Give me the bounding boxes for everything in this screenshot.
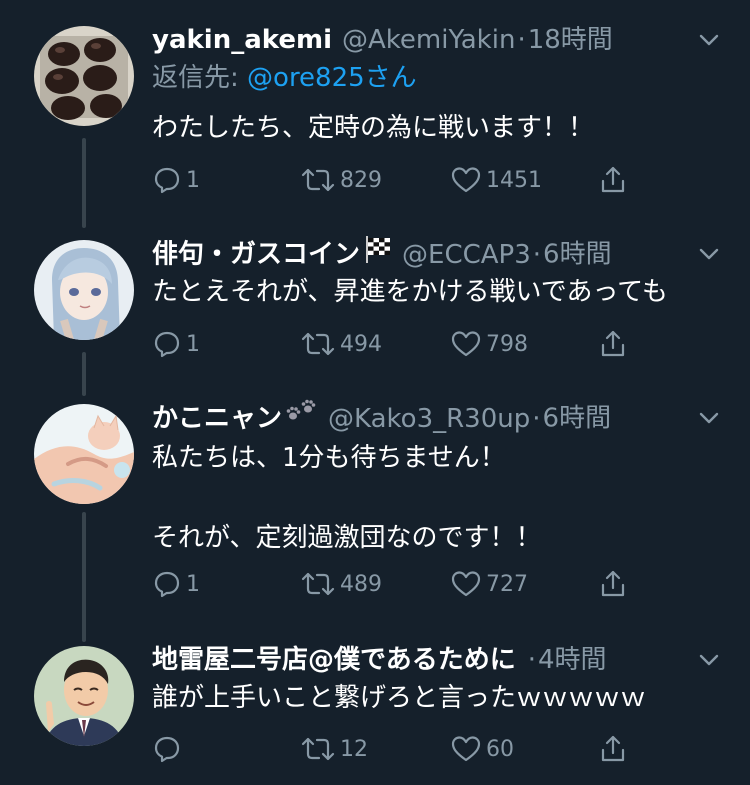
tweet[interactable]: 地雷屋二号店@僕であるために ·4時間 誰が上手いこと繋げろと言ったｗｗｗｗｗ 1… xyxy=(0,0,750,785)
heart-icon xyxy=(451,736,481,762)
separator-dot: · xyxy=(527,645,537,675)
display-name[interactable]: 地雷屋二号店@僕であるために xyxy=(152,645,516,675)
tweet-text: 誰が上手いこと繋げろと言ったｗｗｗｗｗ xyxy=(152,683,647,713)
like-button[interactable]: 60 xyxy=(450,731,514,767)
retweet-icon xyxy=(301,737,335,761)
retweet-button[interactable]: 12 xyxy=(300,731,368,767)
tweet-actions: 12 60 xyxy=(152,731,642,767)
reply-icon xyxy=(154,736,180,763)
retweet-count: 12 xyxy=(340,736,368,762)
reply-button[interactable] xyxy=(152,731,186,767)
tweet-header: 地雷屋二号店@僕であるために ·4時間 xyxy=(152,640,710,680)
share-button[interactable] xyxy=(598,731,628,767)
chevron-down-icon[interactable] xyxy=(696,647,722,673)
timestamp[interactable]: 4時間 xyxy=(538,645,607,675)
conversation-thread: yakin_akemi @AkemiYakin·18時間 返信先: @ore825… xyxy=(0,0,750,785)
avatar[interactable] xyxy=(34,646,134,746)
like-count: 60 xyxy=(486,736,514,762)
share-icon xyxy=(601,735,625,762)
